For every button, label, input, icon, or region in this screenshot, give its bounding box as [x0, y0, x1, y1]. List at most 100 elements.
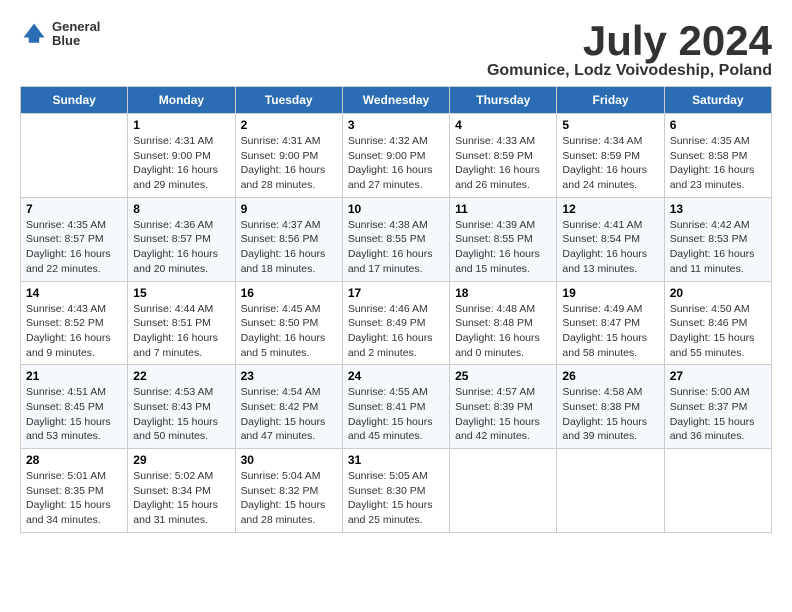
cell-content: Sunrise: 4:58 AMSunset: 8:38 PMDaylight:… [562, 385, 658, 444]
logo-line2: Blue [52, 34, 100, 48]
cell-content: Sunrise: 4:38 AMSunset: 8:55 PMDaylight:… [348, 218, 444, 277]
cell-content: Sunrise: 4:42 AMSunset: 8:53 PMDaylight:… [670, 218, 766, 277]
day-number: 30 [241, 453, 337, 467]
cell-content: Sunrise: 5:02 AMSunset: 8:34 PMDaylight:… [133, 469, 229, 528]
day-number: 24 [348, 369, 444, 383]
title-area: July 2024 Gomunice, Lodz Voivodeship, Po… [487, 20, 772, 80]
cell-content: Sunrise: 5:01 AMSunset: 8:35 PMDaylight:… [26, 469, 122, 528]
day-number: 14 [26, 286, 122, 300]
calendar-cell: 9 Sunrise: 4:37 AMSunset: 8:56 PMDaylight… [235, 197, 342, 281]
cell-content: Sunrise: 5:04 AMSunset: 8:32 PMDaylight:… [241, 469, 337, 528]
cell-content: Sunrise: 4:55 AMSunset: 8:41 PMDaylight:… [348, 385, 444, 444]
calendar-cell: 20 Sunrise: 4:50 AMSunset: 8:46 PMDayligh… [664, 281, 771, 365]
cell-content: Sunrise: 4:44 AMSunset: 8:51 PMDaylight:… [133, 302, 229, 361]
cell-content: Sunrise: 4:39 AMSunset: 8:55 PMDaylight:… [455, 218, 551, 277]
day-number: 12 [562, 202, 658, 216]
calendar-cell: 22 Sunrise: 4:53 AMSunset: 8:43 PMDayligh… [128, 365, 235, 449]
day-number: 6 [670, 118, 766, 132]
calendar-cell: 30 Sunrise: 5:04 AMSunset: 8:32 PMDayligh… [235, 449, 342, 533]
day-number: 31 [348, 453, 444, 467]
day-number: 7 [26, 202, 122, 216]
day-number: 9 [241, 202, 337, 216]
day-number: 26 [562, 369, 658, 383]
day-number: 5 [562, 118, 658, 132]
cell-content: Sunrise: 4:41 AMSunset: 8:54 PMDaylight:… [562, 218, 658, 277]
day-number: 25 [455, 369, 551, 383]
weekday-header: Friday [557, 87, 664, 114]
weekday-header: Saturday [664, 87, 771, 114]
calendar-cell: 23Sunrise: 4:54 AMSunset: 8:42 PMDayligh… [235, 365, 342, 449]
calendar-cell: 27 Sunrise: 5:00 AMSunset: 8:37 PMDayligh… [664, 365, 771, 449]
cell-content: Sunrise: 4:43 AMSunset: 8:52 PMDaylight:… [26, 302, 122, 361]
logo: General Blue [20, 20, 100, 49]
calendar-cell: 10 Sunrise: 4:38 AMSunset: 8:55 PMDayligh… [342, 197, 449, 281]
logo-text: General Blue [52, 20, 100, 49]
calendar-cell: 2Sunrise: 4:31 AMSunset: 9:00 PMDaylight… [235, 114, 342, 198]
day-number: 17 [348, 286, 444, 300]
calendar-cell: 26 Sunrise: 4:58 AMSunset: 8:38 PMDayligh… [557, 365, 664, 449]
calendar-cell [557, 449, 664, 533]
cell-content: Sunrise: 4:48 AMSunset: 8:48 PMDaylight:… [455, 302, 551, 361]
day-number: 8 [133, 202, 229, 216]
cell-content: Sunrise: 4:35 AMSunset: 8:58 PMDaylight:… [670, 134, 766, 193]
weekday-header-row: SundayMondayTuesdayWednesdayThursdayFrid… [21, 87, 772, 114]
day-number: 18 [455, 286, 551, 300]
cell-content: Sunrise: 4:34 AMSunset: 8:59 PMDaylight:… [562, 134, 658, 193]
day-number: 10 [348, 202, 444, 216]
cell-content: Sunrise: 4:33 AMSunset: 8:59 PMDaylight:… [455, 134, 551, 193]
calendar-cell: 21 Sunrise: 4:51 AMSunset: 8:45 PMDayligh… [21, 365, 128, 449]
day-number: 20 [670, 286, 766, 300]
calendar-cell: 17 Sunrise: 4:46 AMSunset: 8:49 PMDayligh… [342, 281, 449, 365]
calendar-cell: 28Sunrise: 5:01 AMSunset: 8:35 PMDayligh… [21, 449, 128, 533]
calendar-cell: 31 Sunrise: 5:05 AMSunset: 8:30 PMDayligh… [342, 449, 449, 533]
weekday-header: Wednesday [342, 87, 449, 114]
day-number: 4 [455, 118, 551, 132]
cell-content: Sunrise: 4:46 AMSunset: 8:49 PMDaylight:… [348, 302, 444, 361]
calendar: SundayMondayTuesdayWednesdayThursdayFrid… [20, 86, 772, 533]
cell-content: Sunrise: 4:51 AMSunset: 8:45 PMDaylight:… [26, 385, 122, 444]
calendar-cell: 6 Sunrise: 4:35 AMSunset: 8:58 PMDaylight… [664, 114, 771, 198]
calendar-week-row: 21 Sunrise: 4:51 AMSunset: 8:45 PMDayligh… [21, 365, 772, 449]
day-number: 21 [26, 369, 122, 383]
day-number: 1 [133, 118, 229, 132]
cell-content: Sunrise: 4:32 AMSunset: 9:00 PMDaylight:… [348, 134, 444, 193]
cell-content: Sunrise: 5:00 AMSunset: 8:37 PMDaylight:… [670, 385, 766, 444]
day-number: 16 [241, 286, 337, 300]
calendar-cell: 13 Sunrise: 4:42 AMSunset: 8:53 PMDayligh… [664, 197, 771, 281]
calendar-cell: 8 Sunrise: 4:36 AMSunset: 8:57 PMDaylight… [128, 197, 235, 281]
calendar-week-row: 28Sunrise: 5:01 AMSunset: 8:35 PMDayligh… [21, 449, 772, 533]
day-number: 3 [348, 118, 444, 132]
main-title: July 2024 [487, 20, 772, 62]
cell-content: Sunrise: 4:31 AMSunset: 9:00 PMDaylight:… [241, 134, 337, 193]
cell-content: Sunrise: 4:45 AMSunset: 8:50 PMDaylight:… [241, 302, 337, 361]
cell-content: Sunrise: 4:57 AMSunset: 8:39 PMDaylight:… [455, 385, 551, 444]
calendar-cell: 24 Sunrise: 4:55 AMSunset: 8:41 PMDayligh… [342, 365, 449, 449]
calendar-cell: 18 Sunrise: 4:48 AMSunset: 8:48 PMDayligh… [450, 281, 557, 365]
calendar-week-row: 7Sunrise: 4:35 AMSunset: 8:57 PMDaylight… [21, 197, 772, 281]
cell-content: Sunrise: 4:53 AMSunset: 8:43 PMDaylight:… [133, 385, 229, 444]
cell-content: Sunrise: 4:36 AMSunset: 8:57 PMDaylight:… [133, 218, 229, 277]
calendar-cell: 19Sunrise: 4:49 AMSunset: 8:47 PMDayligh… [557, 281, 664, 365]
day-number: 27 [670, 369, 766, 383]
calendar-week-row: 14 Sunrise: 4:43 AMSunset: 8:52 PMDayligh… [21, 281, 772, 365]
calendar-cell: 11 Sunrise: 4:39 AMSunset: 8:55 PMDayligh… [450, 197, 557, 281]
calendar-cell [21, 114, 128, 198]
calendar-cell: 14 Sunrise: 4:43 AMSunset: 8:52 PMDayligh… [21, 281, 128, 365]
cell-content: Sunrise: 4:31 AMSunset: 9:00 PMDaylight:… [133, 134, 229, 193]
cell-content: Sunrise: 4:50 AMSunset: 8:46 PMDaylight:… [670, 302, 766, 361]
calendar-cell [664, 449, 771, 533]
cell-content: Sunrise: 5:05 AMSunset: 8:30 PMDaylight:… [348, 469, 444, 528]
subtitle: Gomunice, Lodz Voivodeship, Poland [487, 62, 772, 80]
logo-icon [20, 20, 48, 48]
header: General Blue July 2024 Gomunice, Lodz Vo… [20, 20, 772, 80]
calendar-cell: 25 Sunrise: 4:57 AMSunset: 8:39 PMDayligh… [450, 365, 557, 449]
calendar-cell: 3 Sunrise: 4:32 AMSunset: 9:00 PMDaylight… [342, 114, 449, 198]
day-number: 19 [562, 286, 658, 300]
calendar-cell: 1 Sunrise: 4:31 AMSunset: 9:00 PMDaylight… [128, 114, 235, 198]
day-number: 13 [670, 202, 766, 216]
day-number: 11 [455, 202, 551, 216]
weekday-header: Sunday [21, 87, 128, 114]
day-number: 22 [133, 369, 229, 383]
calendar-cell: 16 Sunrise: 4:45 AMSunset: 8:50 PMDayligh… [235, 281, 342, 365]
cell-content: Sunrise: 4:37 AMSunset: 8:56 PMDaylight:… [241, 218, 337, 277]
